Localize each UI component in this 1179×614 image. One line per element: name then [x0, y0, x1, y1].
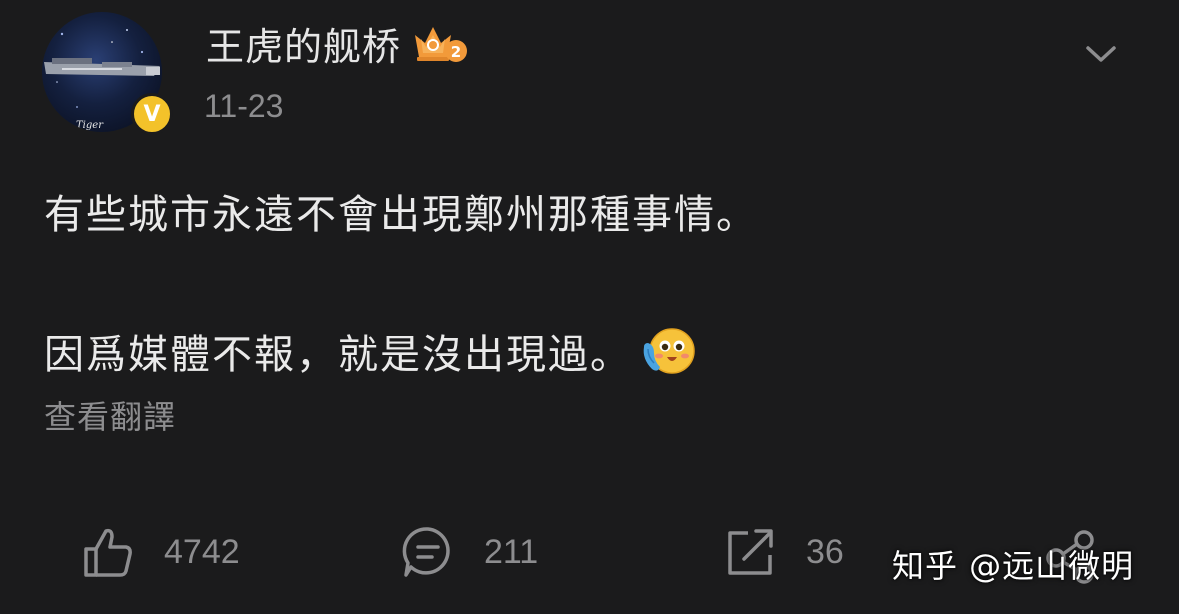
- comment-button[interactable]: 211: [402, 525, 538, 579]
- post-text-line-2-row: 因爲媒體不報，就是沒出現過。: [44, 322, 698, 380]
- thumbs-up-icon: [84, 528, 132, 577]
- share-icon: [728, 529, 773, 575]
- svg-text:Tiger: Tiger: [76, 120, 104, 131]
- comment-icon: [402, 527, 450, 577]
- post-date: 11-23: [204, 88, 284, 124]
- post-text-line-1: 有些城市永遠不會出現鄭州那種事情。: [44, 192, 758, 238]
- translate-link[interactable]: 查看翻譯: [44, 392, 176, 438]
- post-card: Tiger V 王虎的舰桥 2 11-23 有些城市永遠不會出現鄭州那種事情。 …: [0, 0, 1179, 614]
- watermark: 知乎 @远山微明: [892, 547, 1135, 585]
- level-badge-icon: 2: [411, 21, 469, 65]
- author-name[interactable]: 王虎的舰桥: [206, 16, 401, 71]
- chevron-down-icon[interactable]: [1082, 38, 1120, 70]
- hugging-face-emoji-icon: [640, 325, 698, 377]
- comment-count: 211: [484, 532, 539, 571]
- like-button[interactable]: 4742: [82, 525, 240, 579]
- author-row: 王虎的舰桥 2: [206, 16, 469, 71]
- level-number: 2: [451, 43, 461, 61]
- share-count: 36: [806, 532, 844, 571]
- verified-badge: V: [131, 93, 173, 135]
- post-text-line-2: 因爲媒體不報，就是沒出現過。: [44, 332, 632, 378]
- like-count: 4742: [164, 532, 240, 571]
- share-button[interactable]: 36: [724, 525, 844, 579]
